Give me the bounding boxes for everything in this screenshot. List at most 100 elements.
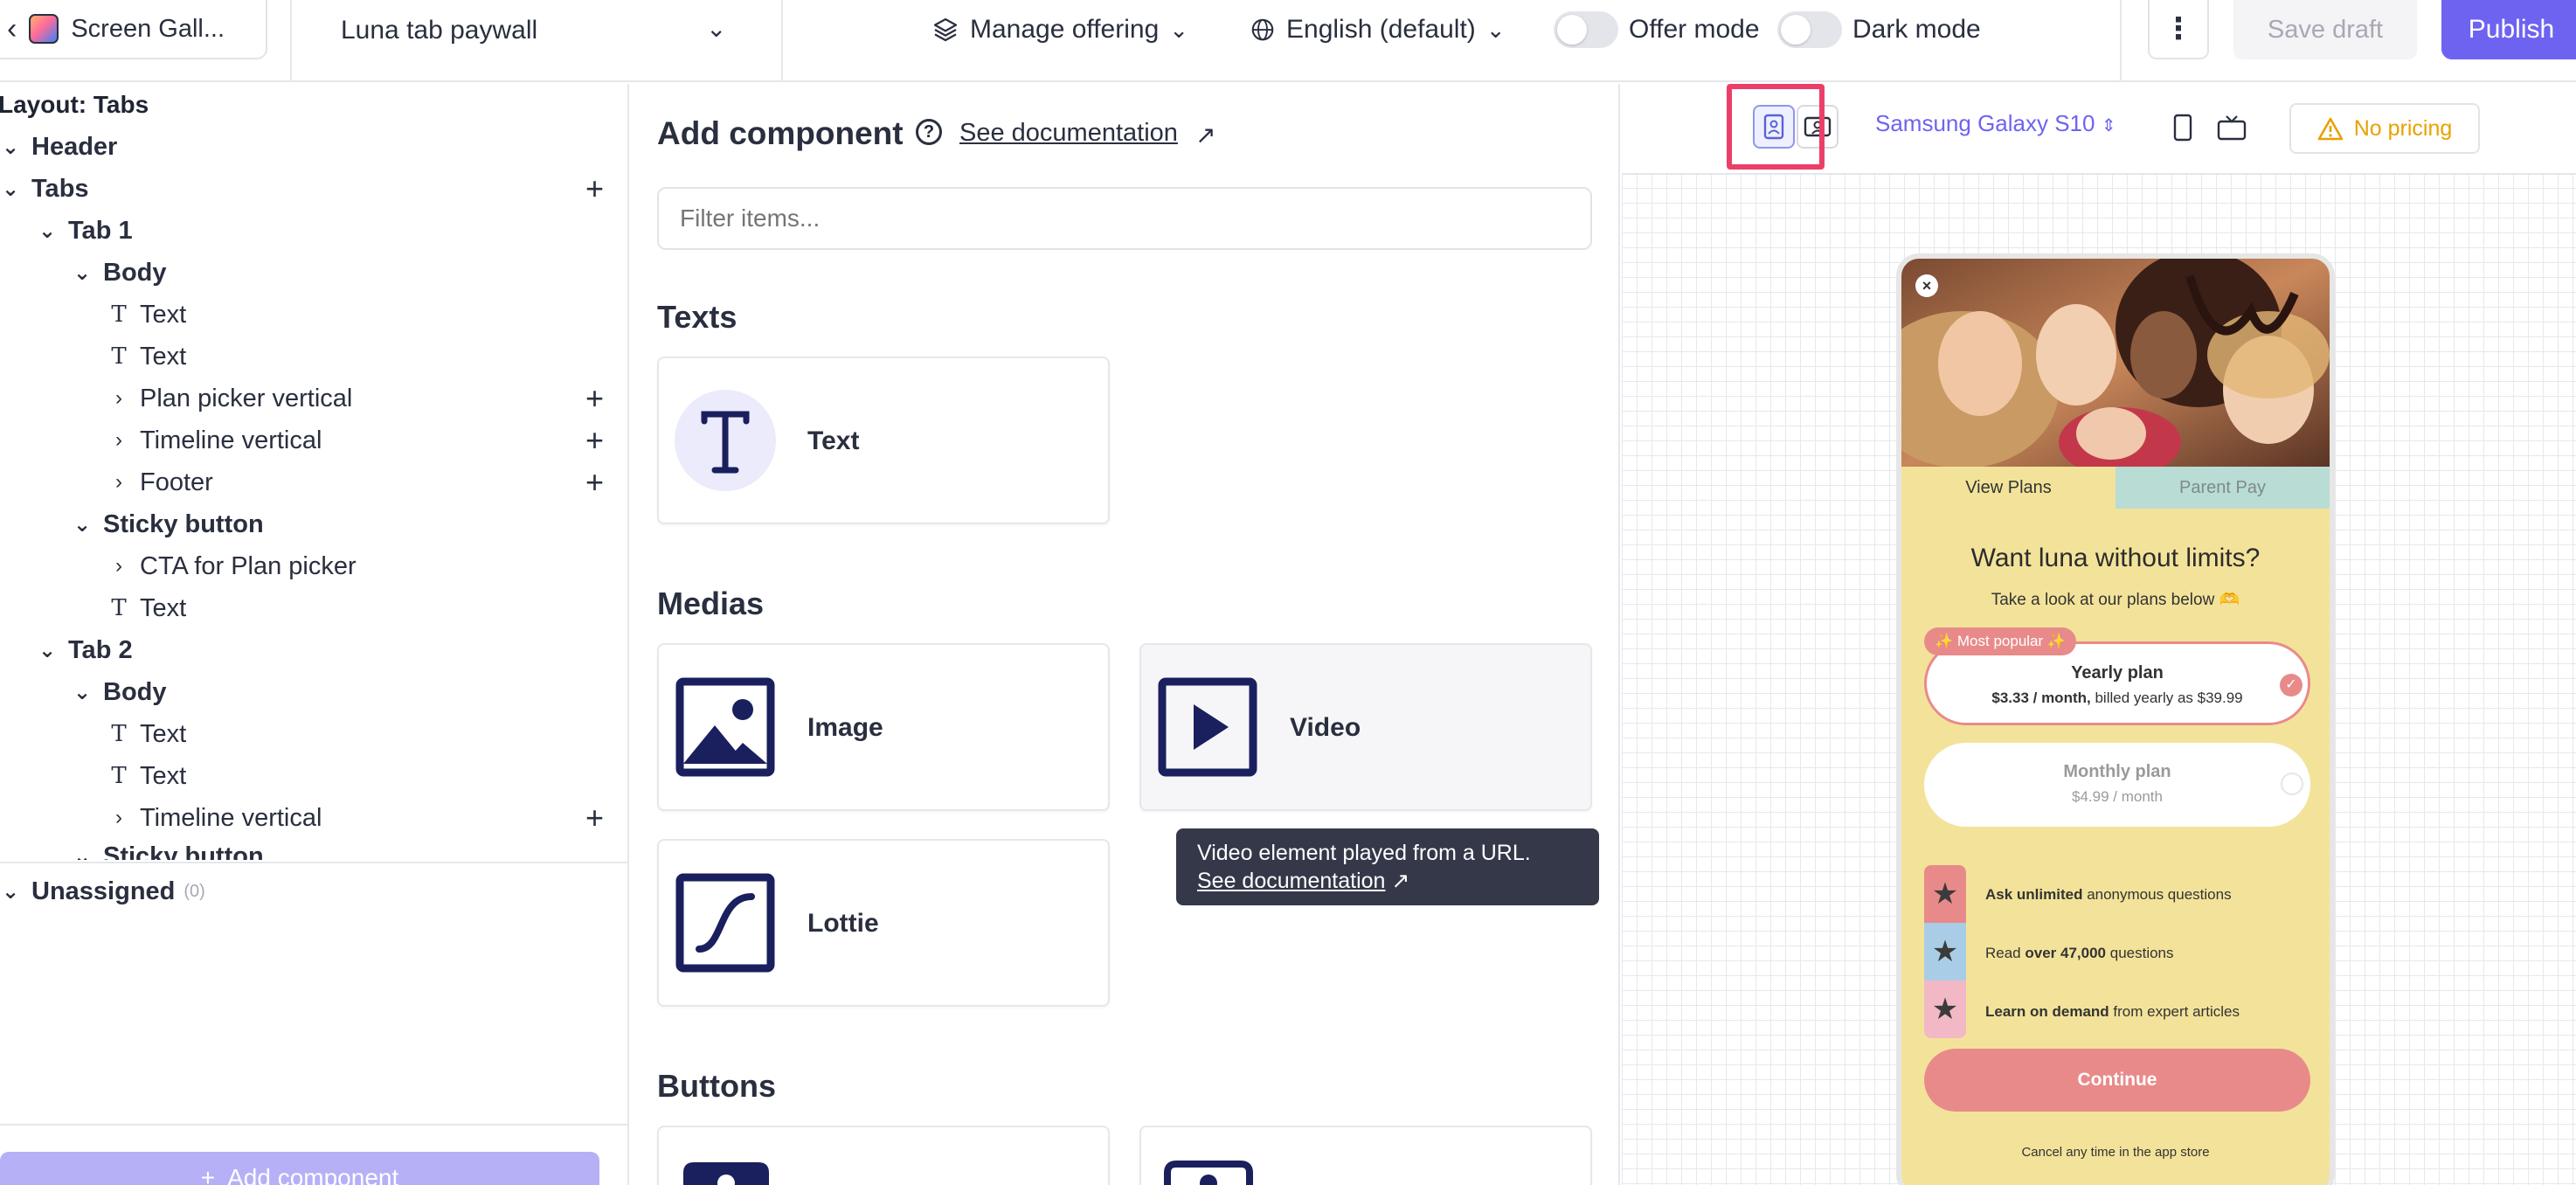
feature-rest: anonymous questions bbox=[2082, 886, 2232, 903]
tree-label: Text bbox=[140, 342, 187, 371]
manage-offering-dropdown[interactable]: Manage offering ⌄ bbox=[931, 12, 1188, 47]
tree-item-text[interactable]: T Text bbox=[108, 717, 186, 752]
text-type-icon: T bbox=[111, 595, 127, 621]
hero-image bbox=[1901, 259, 2330, 467]
tree-item-unassigned[interactable]: ⌄ Unassigned (0) bbox=[0, 874, 205, 909]
language-dropdown[interactable]: English (default) ⌄ bbox=[1250, 12, 1506, 47]
tree-label: Body bbox=[103, 258, 167, 287]
tree-label: Text bbox=[140, 300, 187, 329]
tree-item-timeline[interactable]: › Timeline vertical bbox=[108, 800, 322, 835]
phone-preview[interactable]: × View Plans Parent Pay Want luna withou… bbox=[1896, 253, 2335, 1185]
plan-price: $3.33 / month, billed yearly as $39.99 bbox=[1927, 690, 2308, 707]
chevron-down-icon[interactable]: ⌄ bbox=[0, 177, 21, 202]
tree-label: Timeline vertical bbox=[140, 803, 322, 832]
card-label: Lottie bbox=[807, 909, 879, 938]
chevron-down-icon[interactable]: ⌄ bbox=[0, 879, 21, 904]
component-card-button[interactable] bbox=[1139, 1126, 1592, 1185]
tooltip-documentation-link[interactable]: See documentation bbox=[1197, 869, 1385, 893]
help-icon[interactable]: ? bbox=[916, 119, 942, 145]
chevron-down-icon[interactable]: ⌄ bbox=[37, 218, 58, 244]
feature-rest: from expert articles bbox=[2109, 1003, 2240, 1020]
text-type-icon: T bbox=[111, 721, 127, 747]
chevron-down-icon[interactable]: ⌄ bbox=[72, 680, 93, 705]
layers-icon bbox=[933, 17, 958, 42]
chevron-down-icon[interactable]: ⌄ bbox=[72, 260, 93, 286]
device-selector[interactable]: Samsung Galaxy S10 ⇕ bbox=[1875, 110, 2116, 137]
tree-label: Tabs bbox=[31, 174, 89, 203]
add-component-button[interactable]: + Add component bbox=[0, 1152, 599, 1185]
add-child-button[interactable]: + bbox=[585, 381, 604, 416]
tab-parent-pay[interactable]: Parent Pay bbox=[2116, 467, 2330, 509]
phone-device-button[interactable] bbox=[2164, 107, 2202, 149]
component-card-button[interactable] bbox=[657, 1126, 1110, 1185]
publish-button[interactable]: Publish bbox=[2441, 0, 2576, 59]
component-card-text[interactable]: Text bbox=[657, 357, 1110, 524]
tree-item-body[interactable]: ⌄ Body bbox=[72, 255, 167, 290]
plan-option-monthly[interactable]: Monthly plan $4.99 / month bbox=[1924, 743, 2310, 827]
tab-view-plans[interactable]: View Plans bbox=[1901, 467, 2116, 509]
tree-item-text[interactable]: T Text bbox=[108, 339, 186, 374]
chevron-right-icon[interactable]: › bbox=[108, 428, 129, 453]
tree-item-body[interactable]: ⌄ Body bbox=[72, 675, 167, 710]
offer-mode-toggle[interactable]: Offer mode bbox=[1554, 11, 1760, 48]
tree-item-text[interactable]: T Text bbox=[108, 297, 186, 332]
feature-pre: Read bbox=[1985, 945, 2025, 961]
text-type-icon: T bbox=[111, 343, 127, 370]
sort-icon: ⇕ bbox=[2101, 116, 2116, 135]
add-child-button[interactable]: + bbox=[585, 800, 604, 835]
chevron-right-icon[interactable]: › bbox=[108, 554, 129, 579]
dark-mode-switch[interactable] bbox=[1777, 11, 1842, 48]
add-child-button[interactable]: + bbox=[585, 171, 604, 206]
tree-item-tabs[interactable]: ⌄ Tabs bbox=[0, 171, 89, 206]
chevron-down-icon[interactable]: ⌄ bbox=[0, 135, 21, 160]
feature-text: Learn on demand from expert articles bbox=[1985, 1003, 2240, 1021]
tree-item-timeline[interactable]: › Timeline vertical bbox=[108, 423, 322, 458]
external-link-icon[interactable]: ↗ bbox=[1195, 121, 1215, 149]
unassigned-count: (0) bbox=[184, 881, 205, 901]
back-to-project-button[interactable]: ‹ Screen Gall... bbox=[0, 0, 267, 59]
more-options-button[interactable]: ⋮ bbox=[2148, 0, 2209, 59]
continue-button[interactable]: Continue bbox=[1924, 1049, 2310, 1112]
tree-item-text[interactable]: T Text bbox=[108, 591, 186, 626]
documentation-link[interactable]: See documentation bbox=[959, 119, 1178, 148]
component-card-lottie[interactable]: Lottie bbox=[657, 839, 1110, 1007]
filter-input[interactable] bbox=[657, 187, 1592, 250]
tree-item-header[interactable]: ⌄ Header bbox=[0, 129, 117, 164]
component-card-video[interactable]: Video bbox=[1139, 643, 1592, 811]
offer-mode-switch[interactable] bbox=[1554, 11, 1618, 48]
add-child-button[interactable]: + bbox=[585, 465, 604, 500]
chevron-down-icon[interactable]: ⌄ bbox=[37, 638, 58, 663]
tv-device-button[interactable] bbox=[2212, 107, 2251, 149]
paywall-tabs: View Plans Parent Pay bbox=[1901, 467, 2330, 509]
plan-price-bold: $3.33 / month, bbox=[1991, 690, 2091, 706]
paywall-selector[interactable]: Luna tab paywall bbox=[341, 16, 537, 45]
divider bbox=[0, 862, 627, 863]
globe-icon bbox=[1251, 18, 1274, 41]
chevron-down-icon: ⌄ bbox=[1485, 16, 1506, 43]
close-icon[interactable]: × bbox=[1915, 274, 1938, 297]
star-icon: ★ bbox=[1924, 865, 1966, 923]
tree-item-footer[interactable]: › Footer bbox=[108, 465, 213, 500]
chevron-right-icon[interactable]: › bbox=[108, 806, 129, 830]
tree-item-plan-picker[interactable]: › Plan picker vertical bbox=[108, 381, 352, 416]
tree-item-sticky-button-clipped[interactable]: ⌄ Sticky button bbox=[72, 839, 264, 861]
warning-icon bbox=[2317, 117, 2344, 141]
chevron-right-icon[interactable]: › bbox=[108, 470, 129, 495]
chevron-right-icon[interactable]: › bbox=[108, 386, 129, 411]
tree-item-text[interactable]: T Text bbox=[108, 759, 186, 793]
external-link-icon[interactable]: ↗ bbox=[1391, 869, 1409, 893]
star-icon: ★ bbox=[1924, 923, 1966, 981]
card-label: Text bbox=[807, 426, 860, 455]
component-card-image[interactable]: Image bbox=[657, 643, 1110, 811]
tree-item-tab-2[interactable]: ⌄ Tab 2 bbox=[37, 633, 133, 668]
dark-mode-toggle[interactable]: Dark mode bbox=[1777, 11, 1981, 48]
save-draft-button[interactable]: Save draft bbox=[2233, 0, 2417, 59]
tree-item-sticky-button[interactable]: ⌄ Sticky button bbox=[72, 507, 264, 542]
chevron-down-icon[interactable]: ⌄ bbox=[72, 512, 93, 537]
no-pricing-warning[interactable]: No pricing bbox=[2289, 103, 2480, 154]
tree-item-cta[interactable]: › CTA for Plan picker bbox=[108, 549, 357, 584]
tree-item-tab-1[interactable]: ⌄ Tab 1 bbox=[37, 213, 133, 248]
add-child-button[interactable]: + bbox=[585, 423, 604, 458]
chevron-down-icon[interactable]: ⌄ bbox=[706, 14, 726, 43]
card-label: Image bbox=[807, 713, 883, 742]
